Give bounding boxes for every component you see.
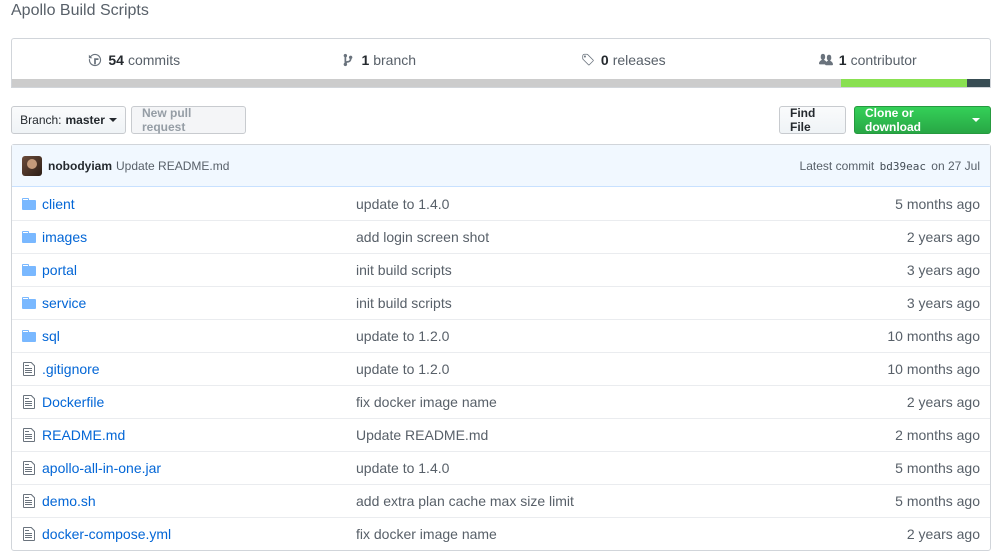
avatar[interactable] xyxy=(22,155,42,176)
file-age: 5 months ago xyxy=(895,195,980,212)
file-icon xyxy=(12,361,42,377)
file-name-link[interactable]: service xyxy=(42,295,356,311)
table-row: portal init build scripts 3 years ago xyxy=(12,253,990,286)
folder-icon xyxy=(12,262,42,278)
folder-icon xyxy=(12,328,42,344)
table-row: client update to 1.4.0 5 months ago xyxy=(12,187,990,220)
tag-icon xyxy=(582,53,594,66)
file-age: 5 months ago xyxy=(895,493,980,509)
commits-label: commits xyxy=(127,52,181,68)
table-row: sql update to 1.2.0 10 months ago xyxy=(12,319,990,352)
file-icon xyxy=(12,493,42,509)
table-row: docker-compose.yml fix docker image name 2… xyxy=(12,517,990,550)
file-name-link[interactable]: README.md xyxy=(42,427,356,443)
contributors-count: 1 xyxy=(838,52,847,68)
file-name-link[interactable]: Dockerfile xyxy=(42,394,356,410)
file-commit-message[interactable]: fix docker image name xyxy=(356,394,850,410)
caret-down-icon xyxy=(972,118,980,122)
repo-description: Apollo Build Scripts xyxy=(11,2,149,19)
file-commit-message[interactable]: update to 1.4.0 xyxy=(356,460,850,476)
people-icon xyxy=(818,53,833,66)
file-icon xyxy=(12,460,42,476)
file-age: 5 months ago xyxy=(895,460,980,476)
file-age: 2 months ago xyxy=(895,427,980,443)
contributors-link[interactable]: 1 contributor xyxy=(746,52,991,68)
branches-count: 1 xyxy=(361,52,370,68)
file-age: 10 months ago xyxy=(887,328,980,344)
branch-select-button[interactable]: Branch: master xyxy=(11,106,126,134)
branch-prefix: Branch: xyxy=(20,113,62,127)
file-age: 3 years ago xyxy=(906,295,980,311)
folder-icon xyxy=(12,295,42,311)
file-commit-message[interactable]: fix docker image name xyxy=(356,526,850,542)
table-row: .gitignore update to 1.2.0 10 months ago xyxy=(12,352,990,385)
file-name-link[interactable]: images xyxy=(42,229,356,245)
file-commit-message[interactable]: init build scripts xyxy=(356,295,850,311)
file-commit-message[interactable]: init build scripts xyxy=(356,262,850,278)
file-icon xyxy=(12,526,42,542)
language-bar[interactable] xyxy=(12,79,990,87)
file-commit-message[interactable]: update to 1.4.0 xyxy=(356,196,850,212)
table-row: apollo-all-in-one.jar update to 1.4.0 5 mo… xyxy=(12,451,990,484)
file-age: 10 months ago xyxy=(887,361,980,377)
table-row: service init build scripts 3 years ago xyxy=(12,286,990,319)
contributors-label: contributor xyxy=(850,52,917,68)
commit-message[interactable]: Update README.md xyxy=(116,159,229,173)
releases-count: 0 xyxy=(600,52,609,68)
file-name-link[interactable]: apollo-all-in-one.jar xyxy=(42,460,356,476)
clone-download-button[interactable]: Clone or download xyxy=(854,106,991,134)
file-commit-message[interactable]: update to 1.2.0 xyxy=(356,328,850,344)
commits-count: 54 xyxy=(108,52,124,68)
commit-tease: nobodyiam Update README.md Latest commit… xyxy=(12,145,990,187)
find-file-button[interactable]: Find File xyxy=(779,106,846,134)
file-commit-message[interactable]: Update README.md xyxy=(356,427,850,443)
language-segment[interactable] xyxy=(12,79,842,87)
language-segment[interactable] xyxy=(841,79,967,87)
folder-icon xyxy=(12,229,42,245)
latest-commit-info: Latest commit bd39eac on 27 Jul xyxy=(800,159,980,173)
commit-author[interactable]: nobodyiam xyxy=(48,159,112,173)
file-age: 2 years ago xyxy=(906,526,980,542)
table-row: Dockerfile fix docker image name 2 years a… xyxy=(12,385,990,418)
folder-icon xyxy=(12,196,42,212)
file-age: 2 years ago xyxy=(906,229,980,245)
repo-summary: 54 commits 1 branch 0 releases 1 contrib… xyxy=(11,38,991,88)
file-list: client update to 1.4.0 5 months ago images a… xyxy=(12,187,990,550)
branches-link[interactable]: 1 branch xyxy=(257,52,502,68)
file-name-link[interactable]: sql xyxy=(42,328,356,344)
commit-date: on 27 Jul xyxy=(931,158,980,173)
file-age: 3 years ago xyxy=(906,262,980,278)
releases-label: releases xyxy=(612,52,666,68)
file-name-link[interactable]: .gitignore xyxy=(42,361,356,377)
file-commit-message[interactable]: update to 1.2.0 xyxy=(356,361,850,377)
file-name-link[interactable]: client xyxy=(42,196,356,212)
table-row: README.md Update README.md 2 months ago xyxy=(12,418,990,451)
branch-name: master xyxy=(65,113,105,127)
file-name-link[interactable]: demo.sh xyxy=(42,493,356,509)
table-row: images add login screen shot 2 years ago xyxy=(12,220,990,253)
new-pull-request-button[interactable]: New pull request xyxy=(131,106,246,134)
branches-label: branch xyxy=(373,52,417,68)
file-icon xyxy=(12,427,42,443)
releases-link[interactable]: 0 releases xyxy=(501,52,746,68)
file-name-link[interactable]: portal xyxy=(42,262,356,278)
file-commit-message[interactable]: add extra plan cache max size limit xyxy=(356,493,850,509)
branch-icon xyxy=(344,53,353,67)
file-browser: nobodyiam Update README.md Latest commit… xyxy=(11,144,991,551)
file-commit-message[interactable]: add login screen shot xyxy=(356,229,850,245)
history-icon xyxy=(89,53,102,67)
caret-down-icon xyxy=(108,118,117,122)
file-age: 2 years ago xyxy=(906,394,980,410)
clone-download-label: Clone or download xyxy=(865,106,921,134)
table-row: demo.sh add extra plan cache max size lim… xyxy=(12,484,990,517)
commit-sha[interactable]: bd39eac xyxy=(880,160,926,173)
file-icon xyxy=(12,394,42,410)
latest-commit-label: Latest commit xyxy=(799,158,875,173)
language-segment[interactable] xyxy=(966,79,990,87)
file-name-link[interactable]: docker-compose.yml xyxy=(42,526,356,542)
commits-link[interactable]: 54 commits xyxy=(12,52,257,68)
